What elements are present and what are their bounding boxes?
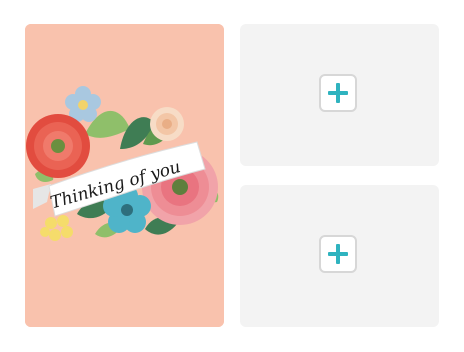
add-photo-button-top[interactable]: [319, 74, 357, 112]
card-photo-selector: Thinking of you: [0, 0, 464, 352]
floral-illustration: Thinking of you: [25, 24, 224, 327]
greeting-card-preview[interactable]: Thinking of you: [25, 24, 224, 327]
photo-slot-top[interactable]: [240, 24, 439, 166]
add-photo-button-bottom[interactable]: [319, 235, 357, 273]
plus-icon: [328, 83, 348, 103]
photo-slot-bottom[interactable]: [240, 185, 439, 327]
plus-icon: [328, 244, 348, 264]
